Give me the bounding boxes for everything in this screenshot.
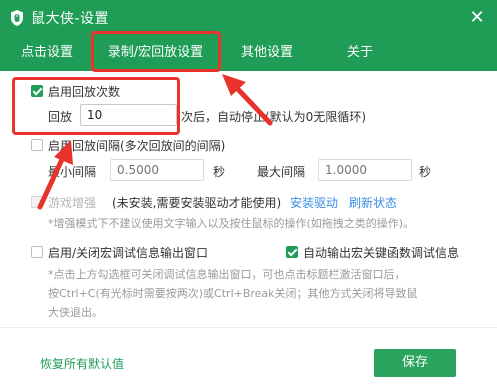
refresh-status-link[interactable]: 刷新状态 [349,194,397,211]
game-enhance-label: 游戏增强 [48,196,97,210]
enable-replay-interval-label: 启用回放间隔(多次回放间的间隔) [48,139,226,153]
tab-other-settings[interactable]: 其他设置 [232,36,302,71]
footer-divider [0,327,497,328]
save-button[interactable]: 保存 [374,349,456,377]
debug-note-line3: 大侠退出。 [48,306,103,319]
game-enhance-note: *增强模式下不建议使用文字输入以及按住鼠标的操作(如拖拽之类的操作)。 [48,217,415,230]
mouse-shield-logo [11,10,23,26]
debug-note-line1: *点击上方勾选框可关闭调试信息输出窗口，可也点击标题栏激活窗口后， [48,268,406,281]
max-interval-input[interactable] [318,159,412,181]
tab-click-settings[interactable]: 点击设置 [12,36,82,71]
max-interval-unit: 秒 [419,165,432,179]
title-bar: 鼠大侠-设置 ✕ [0,0,497,36]
min-interval-unit: 秒 [213,165,226,179]
tab-about[interactable]: 关于 [340,36,380,71]
max-interval-label: 最大间隔 [257,165,306,179]
enable-replay-interval-checkbox[interactable] [31,139,43,151]
window-title: 鼠大侠-设置 [31,11,110,27]
debug-window-checkbox[interactable] [31,246,43,258]
game-enhance-status: (未安装,需要安装驱动才能使用) [112,196,282,210]
debug-window-label: 启用/关闭宏调试信息输出窗口 [48,246,209,260]
debug-note-line2: 按Ctrl+C(有光标时需要按两次)或Ctrl+Break关闭；其他方式关闭将导… [48,287,418,300]
annotation-tab-highlight [91,31,221,72]
settings-window: 鼠大侠-设置 ✕ 点击设置 录制/宏回放设置 其他设置 关于 启用回放次数 回放… [0,0,497,387]
auto-output-debug-checkbox[interactable] [286,246,298,258]
auto-output-debug-label: 自动输出宏关键函数调试信息 [303,246,460,260]
install-driver-link[interactable]: 安装驱动 [290,194,338,211]
restore-defaults-link[interactable]: 恢复所有默认值 [40,355,124,372]
min-interval-input[interactable] [110,159,204,181]
annotation-replay-count-highlight [12,77,180,135]
tab-bar: 点击设置 录制/宏回放设置 其他设置 关于 [0,36,497,71]
replay-count-suffix: 次后，自动停止(默认为0无限循环) [181,110,366,124]
min-interval-label: 最小间隔 [48,165,97,179]
game-enhance-checkbox[interactable] [31,196,43,208]
close-icon[interactable]: ✕ [467,8,487,28]
